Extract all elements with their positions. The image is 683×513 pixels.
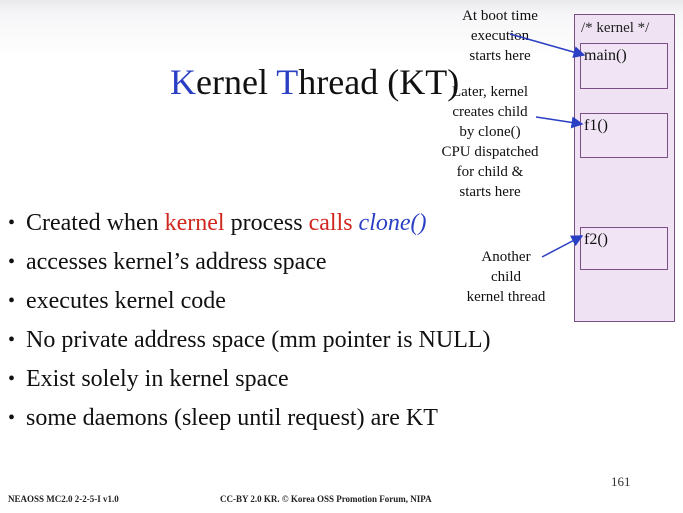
- annotation-arrows: [509, 33, 586, 258]
- arrow-to-f1: [535, 116, 584, 129]
- footer-course-id: NEAOSS MC2.0 2-2-5-I v1.0: [8, 494, 119, 504]
- arrow-to-f2: [541, 235, 584, 258]
- page-number: 161: [611, 474, 631, 489]
- arrow-to-main: [509, 33, 586, 58]
- footer-license: CC-BY 2.0 KR. © Korea OSS Promotion Foru…: [220, 494, 432, 504]
